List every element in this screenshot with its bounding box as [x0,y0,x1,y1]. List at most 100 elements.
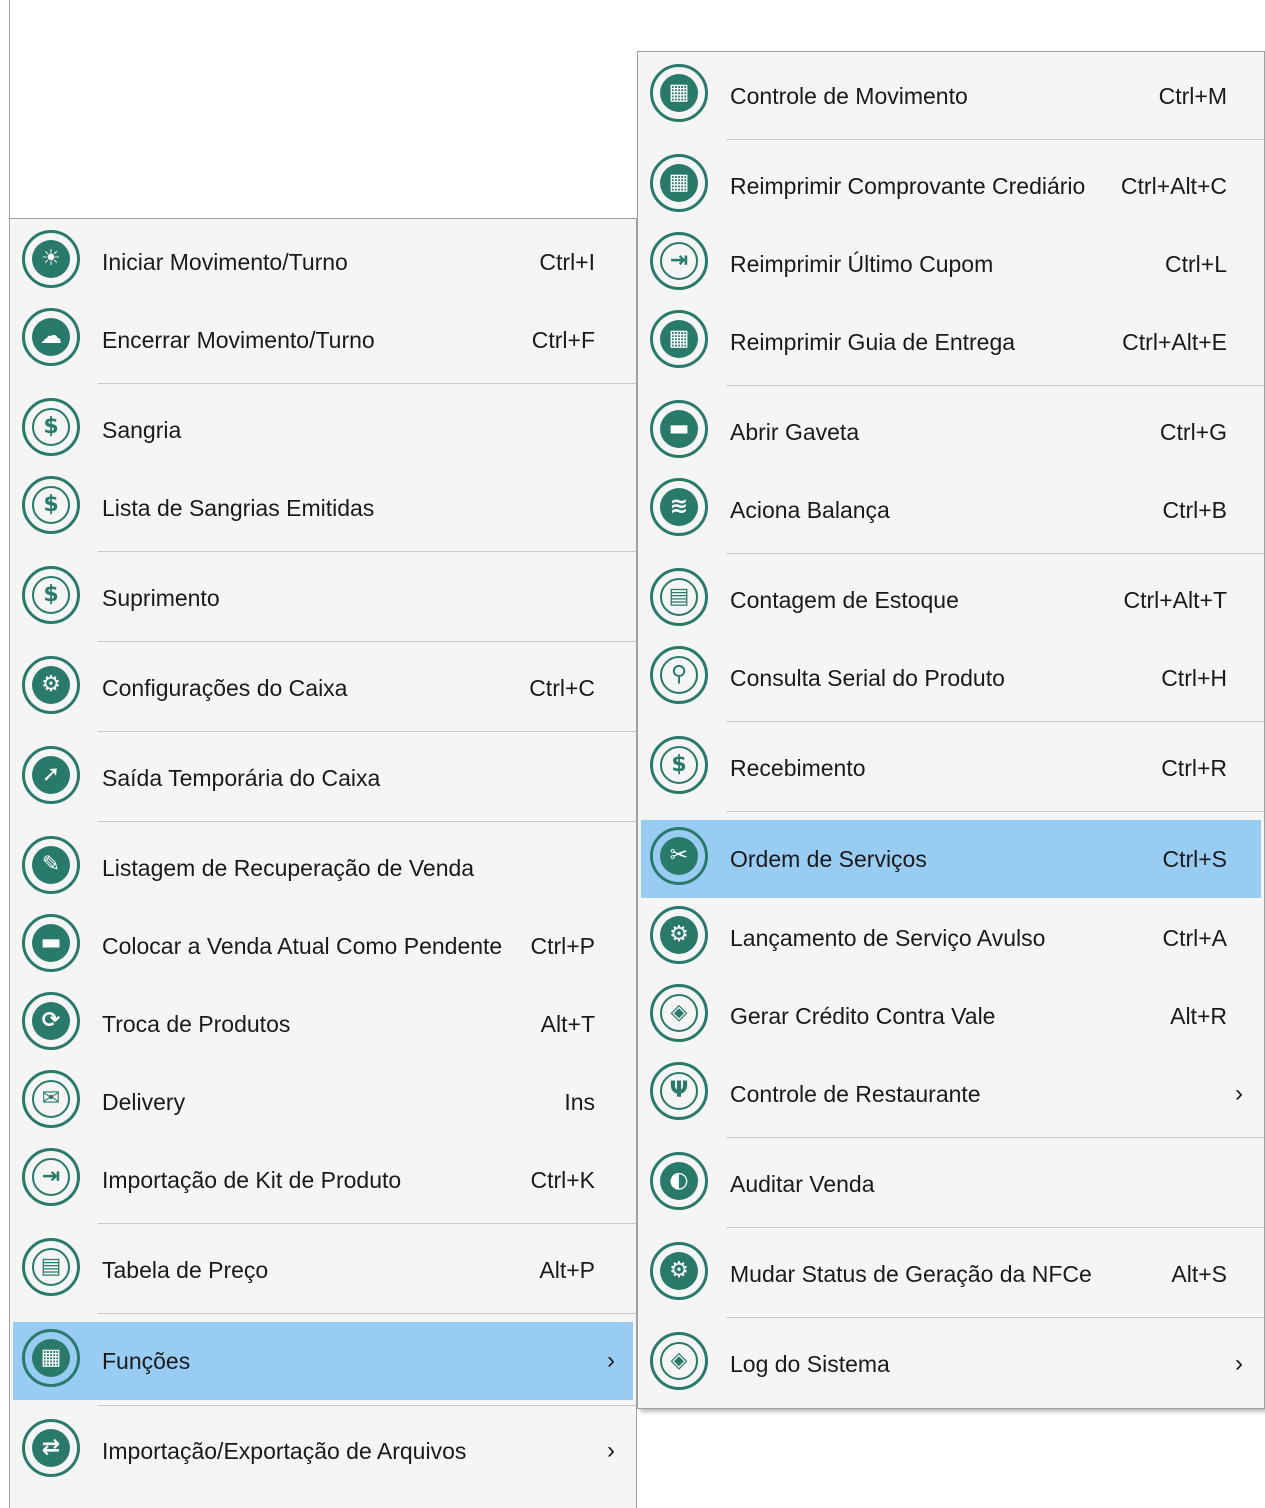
menu-item-tabela-preco[interactable]: ▤ Tabela de Preço Alt+P [13,1231,633,1309]
menu-item-label: Controle de Movimento [730,83,968,109]
menu-item-label: Tabela de Preço [102,1257,269,1283]
menu-item-label: Funções [102,1348,191,1374]
menu-item-consulta-serial[interactable]: ⚲ Consulta Serial do Produto Ctrl+H [641,639,1261,717]
menu-item-shortcut: Alt+T [540,1011,595,1037]
menu-item-suprimento[interactable]: $ Suprimento [13,559,633,637]
menu-item-encerrar-movimento[interactable]: ☁ Encerrar Movimento/Turno Ctrl+F [13,301,633,379]
menu-separator [726,553,1264,554]
menu-item-reimprimir-guia[interactable]: ▦ Reimprimir Guia de Entrega Ctrl+Alt+E [641,303,1261,381]
menu-item-shortcut: Ctrl+Alt+T [1123,587,1227,613]
calculator-icon: ▦ [650,64,708,122]
menu-item-shortcut: Ctrl+Alt+C [1120,173,1227,199]
menu-item-sangria[interactable]: $ Sangria [13,391,633,469]
menu-item-shortcut: Alt+P [539,1257,595,1283]
menu-item-iniciar-movimento[interactable]: ☀ Iniciar Movimento/Turno Ctrl+I [13,223,633,301]
menu-separator [98,1313,636,1314]
menu-separator [726,721,1264,722]
exchange-icon: ⟳ [22,992,80,1050]
menu-item-label: Auditar Venda [730,1171,875,1197]
menu-item-auditar-venda[interactable]: ◐ Auditar Venda [641,1145,1261,1223]
search-icon: ⚲ [650,646,708,704]
menu-item-shortcut: Ctrl+P [530,933,595,959]
menu-item-funcoes[interactable]: ▦ Funções › [13,1322,633,1400]
menu-item-label: Saída Temporária do Caixa [102,765,381,791]
menu-item-label: Log do Sistema [730,1351,890,1377]
menu-item-shortcut: Ctrl+S [1162,846,1227,872]
menu-item-contagem-estoque[interactable]: ▤ Contagem de Estoque Ctrl+Alt+T [641,561,1261,639]
menu-item-aciona-balanca[interactable]: ≋ Aciona Balança Ctrl+B [641,471,1261,549]
submenu-arrow-icon: › [607,1437,615,1464]
menu-item-shortcut: Ctrl+L [1165,251,1227,277]
dollar-minus-icon: $ [22,476,80,534]
menu-separator [726,1137,1264,1138]
menu-item-importacao-kit[interactable]: ⇥ Importação de Kit de Produto Ctrl+K [13,1141,633,1219]
calculator-icon: ▦ [650,154,708,212]
menu-item-status-nfce[interactable]: ⚙ Mudar Status de Geração da NFCe Alt+S [641,1235,1261,1313]
menu-item-controle-movimento[interactable]: ▦ Controle de Movimento Ctrl+M [641,57,1261,135]
menu-separator [98,383,636,384]
menu-separator [726,139,1264,140]
edit-list-icon: ✎ [22,836,80,894]
gear-wrench-icon: ⚙ [650,906,708,964]
menu-separator [726,1317,1264,1318]
menu-item-shortcut: Alt+S [1171,1261,1227,1287]
menu-item-label: Listagem de Recuperação de Venda [102,855,475,881]
menu-item-importacao-exportacao[interactable]: ⇄ Importação/Exportação de Arquivos › [13,1412,633,1490]
menu-item-configuracoes-caixa[interactable]: ⚙ Configurações do Caixa Ctrl+C [13,649,633,727]
menu-item-label: Reimprimir Comprovante Crediário [730,173,1086,199]
dollar-plus-icon: $ [650,736,708,794]
menu-item-delivery[interactable]: ✉ Delivery Ins [13,1063,633,1141]
menu-item-shortcut: Ctrl+B [1162,497,1227,523]
menu-separator [726,1227,1264,1228]
audit-icon: ◐ [650,1152,708,1210]
menu-item-shortcut: Ctrl+K [530,1167,595,1193]
calculator-icon: ▦ [650,310,708,368]
menu-item-listagem-recuperacao[interactable]: ✎ Listagem de Recuperação de Venda [13,829,633,907]
menu-item-shortcut: Ctrl+A [1162,925,1227,951]
drawer-icon: ▬ [22,914,80,972]
menu-item-controle-restaurante[interactable]: Ψ Controle de Restaurante › [641,1055,1261,1133]
drawer-icon: ▬ [650,400,708,458]
menu-item-label: Ordem de Serviços [730,846,927,872]
menu-item-ordem-servicos[interactable]: ✂ Ordem de Serviços Ctrl+S [641,820,1261,898]
menu-item-venda-pendente[interactable]: ▬ Colocar a Venda Atual Como Pendente Ct… [13,907,633,985]
menu-item-label: Recebimento [730,755,866,781]
submenu-arrow-icon: › [1235,1080,1243,1107]
menu-item-shortcut: Ctrl+M [1158,83,1227,109]
gear-wrench-icon: ⚙ [22,656,80,714]
menu-item-shortcut: Ins [564,1089,595,1115]
menu-item-label: Encerrar Movimento/Turno [102,327,375,353]
menu-item-shortcut: Ctrl+G [1159,419,1227,445]
layers-icon: ≋ [650,478,708,536]
menu-item-shortcut: Ctrl+H [1161,665,1227,691]
menu-separator [98,1223,636,1224]
submenu-arrow-icon: › [607,1347,615,1374]
menu-item-label: Importação/Exportação de Arquivos [102,1438,467,1464]
menu-item-servico-avulso[interactable]: ⚙ Lançamento de Serviço Avulso Ctrl+A [641,899,1261,977]
menu-separator [98,821,636,822]
menu-item-recebimento[interactable]: $ Recebimento Ctrl+R [641,729,1261,807]
menu-item-saida-temporaria[interactable]: ➚ Saída Temporária do Caixa [13,739,633,817]
menu-item-abrir-gaveta[interactable]: ▬ Abrir Gaveta Ctrl+G [641,393,1261,471]
menu-item-shortcut: Ctrl+I [539,249,595,275]
menu-item-label: Aciona Balança [730,497,890,523]
menu-separator [98,551,636,552]
menu-item-reimprimir-crediario[interactable]: ▦ Reimprimir Comprovante Crediário Ctrl+… [641,147,1261,225]
menu-item-log-sistema[interactable]: ◈ Log do Sistema › [641,1325,1261,1403]
gear-wrench-icon: ⚙ [650,1242,708,1300]
menu-item-label: Iniciar Movimento/Turno [102,249,348,275]
voucher-icon: ◈ [650,1332,708,1390]
menu-item-shortcut: Ctrl+F [531,327,595,353]
fork-knife-icon: Ψ [650,1062,708,1120]
menu-item-label: Consulta Serial do Produto [730,665,1005,691]
menu-item-troca-produtos[interactable]: ⟳ Troca de Produtos Alt+T [13,985,633,1063]
menu-item-label: Troca de Produtos [102,1011,291,1037]
menu-item-label: Controle de Restaurante [730,1081,981,1107]
menu-item-reimprimir-cupom[interactable]: ⇥ Reimprimir Último Cupom Ctrl+L [641,225,1261,303]
delivery-icon: ✉ [22,1070,80,1128]
menu-item-lista-sangrias[interactable]: $ Lista de Sangrias Emitidas [13,469,633,547]
menu-item-shortcut: Ctrl+Alt+E [1122,329,1227,355]
menu-item-label: Contagem de Estoque [730,587,959,613]
menu-item-gerar-credito[interactable]: ◈ Gerar Crédito Contra Vale Alt+R [641,977,1261,1055]
voucher-icon: ◈ [650,984,708,1042]
